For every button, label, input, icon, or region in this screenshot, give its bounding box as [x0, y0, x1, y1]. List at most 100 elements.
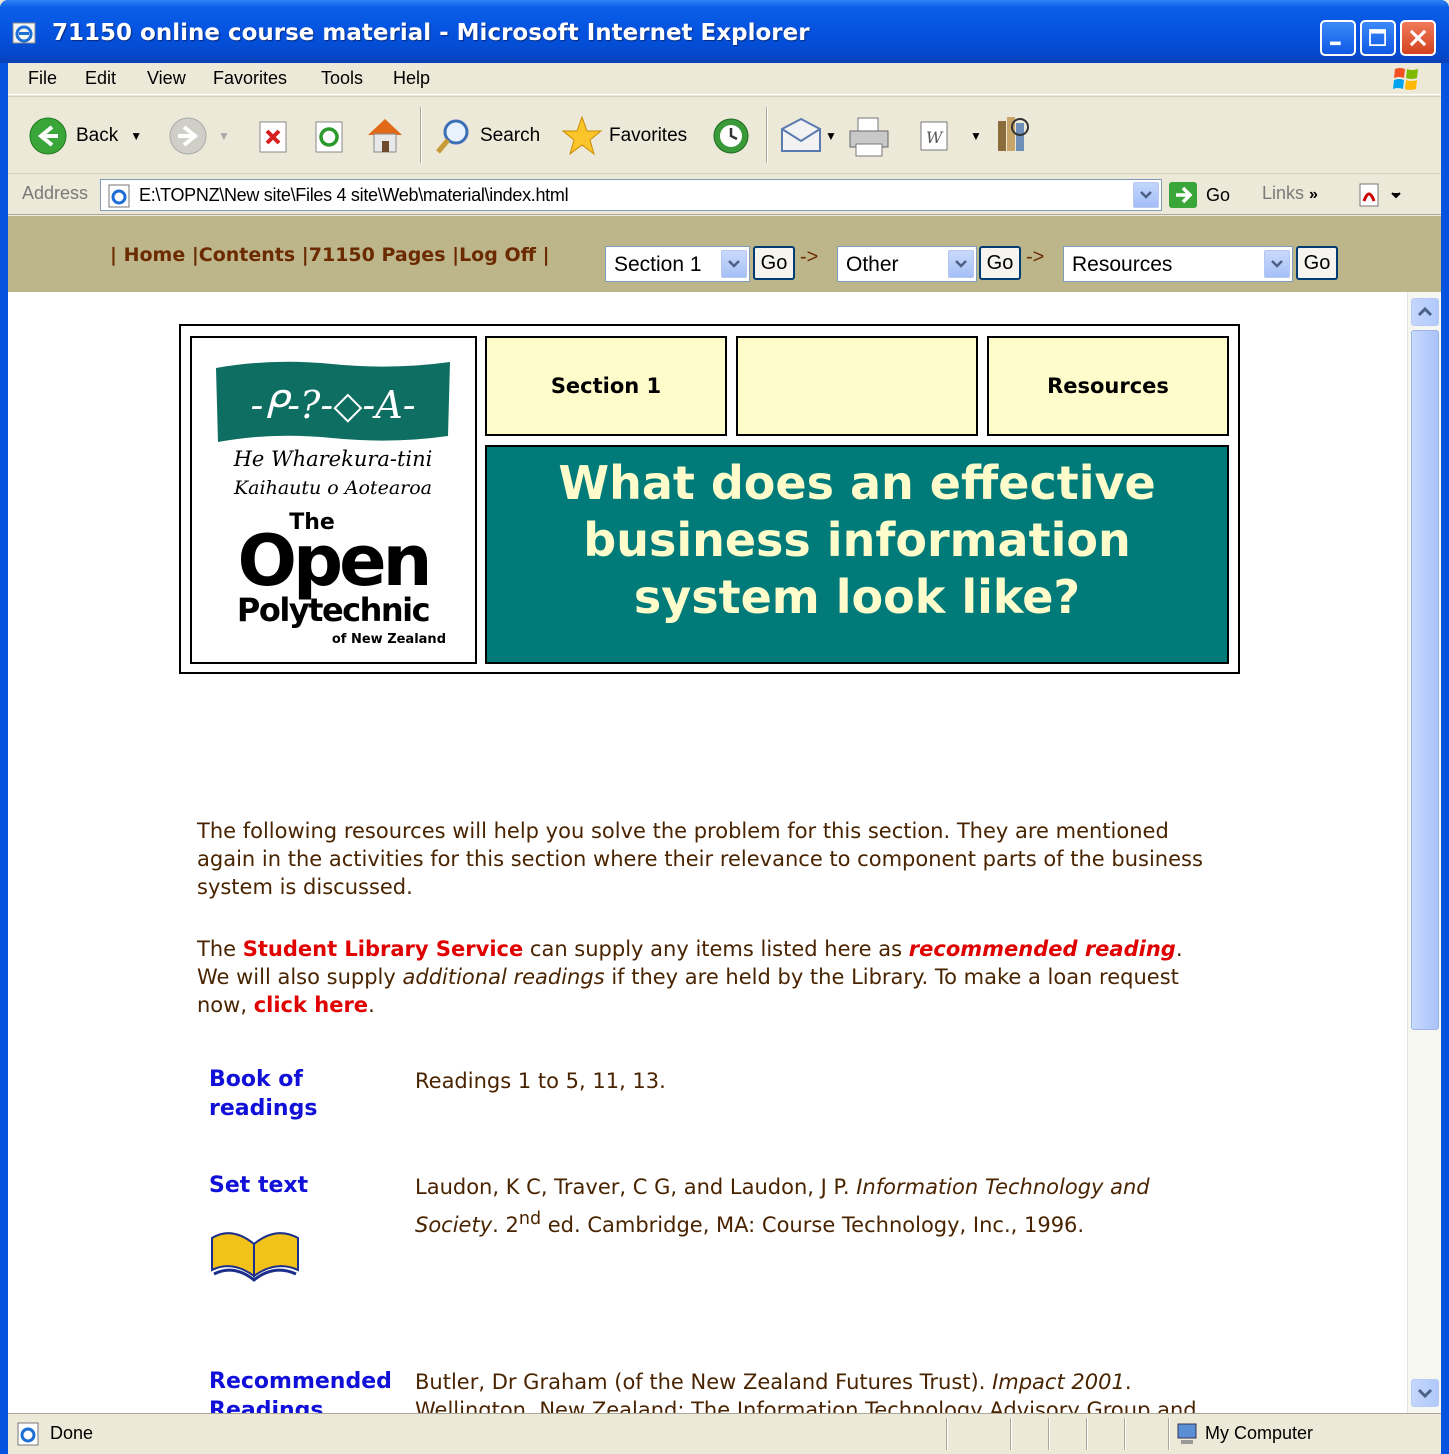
resources-go-button[interactable]: Go [1296, 246, 1338, 280]
recommended-reading-text: recommended reading [908, 937, 1176, 961]
page-done-icon [17, 1422, 39, 1446]
book-of-readings-desc: Readings 1 to 5, 11, 13. [415, 1069, 666, 1093]
back-button[interactable]: Back ▼ [28, 116, 142, 156]
address-dropdown-button[interactable] [1133, 182, 1159, 208]
scroll-up-button[interactable] [1411, 298, 1439, 326]
maximize-icon [1369, 29, 1386, 46]
page-title-line1: What does an effective [558, 456, 1156, 510]
history-button[interactable] [710, 115, 752, 157]
address-input[interactable]: E:\TOPNZ\New site\Files 4 site\Web\mater… [100, 179, 1162, 211]
menu-help[interactable]: Help [393, 68, 430, 89]
browser-window: 71150 online course material - Microsoft… [0, 0, 1449, 1454]
resources-select[interactable]: Resources [1063, 246, 1293, 282]
page-title-line2: business information [583, 513, 1131, 567]
other-go-button[interactable]: Go [979, 246, 1021, 280]
nav-home-link[interactable]: Home [124, 244, 186, 266]
research-button[interactable] [994, 113, 1034, 157]
security-zone: My Computer [1205, 1423, 1314, 1443]
logo-nz: of New Zealand [332, 632, 446, 647]
other-select-arrow[interactable] [948, 250, 974, 278]
section-select[interactable]: Section 1 [605, 246, 750, 282]
minimize-button[interactable] [1320, 20, 1356, 56]
menu-file[interactable]: File [28, 68, 57, 89]
click-here-link[interactable]: click here [254, 993, 368, 1017]
tab-section-1[interactable]: Section 1 [485, 336, 727, 436]
minimize-icon [1330, 41, 1341, 46]
book-label-line1: Book of [209, 1067, 303, 1092]
nav-logoff-link[interactable]: Log Off [459, 244, 536, 266]
chevron-down-icon [728, 260, 740, 268]
edit-dropdown-icon[interactable]: ▼ [970, 129, 982, 143]
address-bar: Address E:\TOPNZ\New site\Files 4 site\W… [8, 175, 1441, 215]
toolbar-separator [766, 107, 768, 163]
favorites-star-icon [561, 115, 603, 156]
mail-icon [781, 117, 821, 152]
refresh-button[interactable] [314, 118, 348, 154]
links-label: Links [1262, 183, 1305, 203]
address-label: Address [22, 183, 89, 203]
back-dropdown-icon[interactable]: ▼ [130, 129, 142, 143]
library-text: . [368, 993, 375, 1017]
close-button[interactable] [1400, 20, 1436, 56]
open-polytechnic-logo: -ᑭ-?-◇-A- He Wharekura-tini Kaihautu o A… [190, 336, 477, 664]
nav-pages-link[interactable]: 71150 Pages [309, 244, 446, 266]
other-select[interactable]: Other [837, 246, 977, 282]
course-header: -ᑭ-?-◇-A- He Wharekura-tini Kaihautu o A… [179, 324, 1240, 674]
page-icon [108, 184, 130, 208]
library-paragraph: The Student Library Service can supply a… [197, 935, 1197, 1019]
menu-bar: File Edit View Favorites Tools Help [8, 63, 1441, 95]
edit-word-button[interactable]: W ▼ [918, 119, 982, 153]
section-select-value: Section 1 [614, 253, 702, 276]
other-select-value: Other [846, 253, 899, 276]
library-text: can supply any items listed here as [523, 937, 909, 961]
status-text: Done [50, 1423, 94, 1443]
close-icon [1409, 29, 1427, 47]
pdf-icon[interactable] [1356, 181, 1406, 211]
search-button[interactable]: Search [434, 116, 540, 156]
toolbar-separator [420, 107, 422, 163]
logo-band-text: -ᑭ-?-◇-A- [250, 383, 415, 427]
window-frame-left [0, 63, 8, 1454]
status-bar: Done My Computer [8, 1413, 1441, 1454]
maximize-button[interactable] [1360, 20, 1396, 56]
go-button[interactable]: Go [1168, 181, 1230, 209]
tab-resources[interactable]: Resources [987, 336, 1229, 436]
menu-edit[interactable]: Edit [85, 68, 116, 89]
set-text-sup: nd [518, 1209, 542, 1229]
scroll-down-button[interactable] [1411, 1379, 1439, 1407]
set-text-edition: . 2 [492, 1213, 519, 1237]
page-content: | Home |Contents |71150 Pages |Log Off |… [8, 216, 1441, 1413]
mail-button[interactable]: ▼ [780, 117, 837, 155]
nav-contents-link[interactable]: Contents [199, 244, 295, 266]
rec-authors: Butler, Dr Graham (of the New Zealand Fu… [415, 1370, 993, 1394]
title-bar: 71150 online course material - Microsoft… [0, 0, 1449, 63]
set-text-authors: Laudon, K C, Traver, C G, and Laudon, J … [415, 1175, 857, 1199]
resources-select-arrow[interactable] [1264, 250, 1290, 278]
section-go-button[interactable]: Go [753, 246, 795, 280]
print-button[interactable] [846, 116, 892, 158]
chevron-down-icon [1140, 191, 1152, 199]
stop-button[interactable] [258, 118, 292, 154]
menu-favorites[interactable]: Favorites [213, 68, 287, 89]
recommended-readings-label: Recommended Readings [209, 1367, 392, 1413]
mail-dropdown-icon[interactable]: ▼ [825, 129, 837, 143]
forward-button[interactable]: ▼ [168, 116, 230, 156]
home-button[interactable] [364, 115, 406, 155]
go-label: Go [1206, 184, 1231, 205]
status-divider [1168, 1418, 1170, 1450]
intro-paragraph: The following resources will help you so… [197, 819, 1203, 899]
section-select-arrow[interactable] [721, 250, 747, 278]
vertical-scrollbar[interactable] [1407, 292, 1441, 1413]
history-icon [713, 118, 749, 154]
chevron-down-icon [1417, 1388, 1433, 1399]
scroll-thumb[interactable] [1411, 330, 1439, 1030]
stop-icon [259, 121, 287, 153]
favorites-button[interactable]: Favorites [561, 114, 687, 158]
student-library-link[interactable]: Student Library Service [243, 937, 524, 961]
menu-tools[interactable]: Tools [321, 68, 363, 89]
book-of-readings-label: Book of readings [209, 1065, 317, 1123]
status-divider [1048, 1418, 1050, 1450]
chevron-down-icon [955, 260, 967, 268]
links-toolbar[interactable]: Links » [1262, 183, 1318, 204]
menu-view[interactable]: View [147, 68, 186, 89]
